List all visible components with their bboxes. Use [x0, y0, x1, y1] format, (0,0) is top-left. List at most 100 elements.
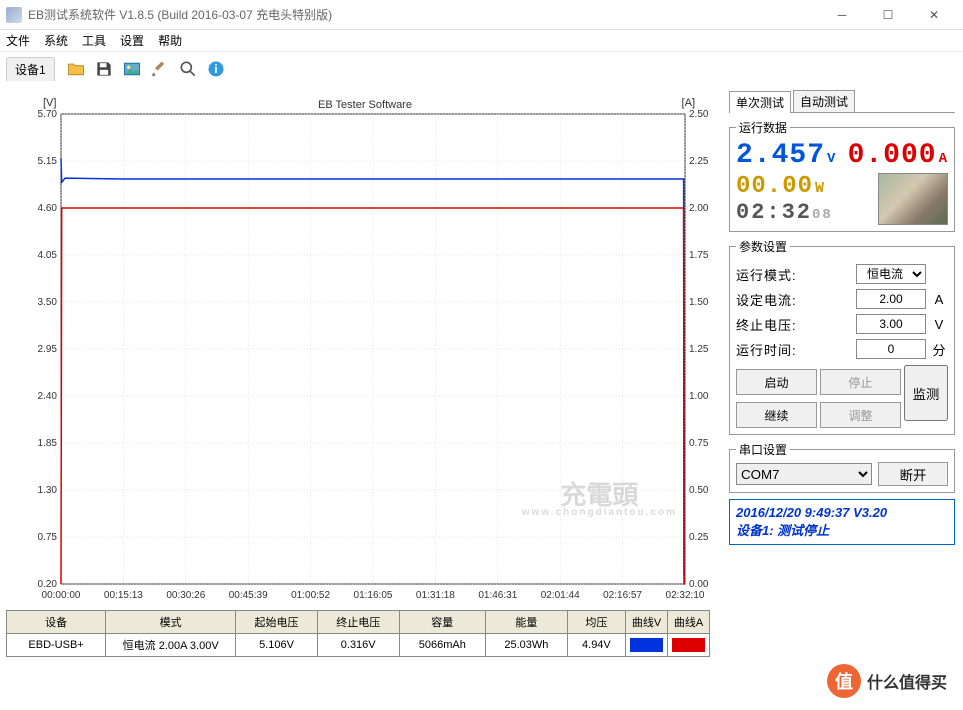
set-current-label: 设定电流:	[736, 290, 856, 309]
open-icon[interactable]	[63, 56, 89, 82]
cutoff-v-label: 终止电压:	[736, 315, 856, 334]
results-table: 设备 模式 起始电压 终止电压 容量 能量 均压 曲线V 曲线A EBD-USB…	[6, 610, 710, 657]
serial-legend: 串口设置	[736, 441, 790, 458]
menu-system[interactable]: 系统	[44, 32, 68, 49]
svg-text:3.50: 3.50	[38, 297, 58, 308]
time-readout: 02:3208	[736, 200, 872, 225]
svg-text:i: i	[214, 63, 217, 76]
test-tabs: 单次测试 自动测试	[729, 90, 955, 113]
corner-badge-icon: 值	[827, 664, 861, 698]
menu-bar: 文件 系统 工具 设置 帮助	[0, 30, 963, 52]
menu-file[interactable]: 文件	[6, 32, 30, 49]
cutoff-v-unit: V	[930, 317, 948, 332]
svg-text:0.25: 0.25	[689, 532, 709, 543]
svg-text:02:16:57: 02:16:57	[603, 590, 642, 601]
chart-title: EB Tester Software	[318, 99, 412, 111]
svg-text:0.00: 0.00	[689, 579, 709, 590]
mode-label: 运行模式:	[736, 265, 856, 284]
svg-text:0.75: 0.75	[38, 532, 58, 543]
minimize-button[interactable]: ─	[819, 0, 865, 30]
cutoff-v-input[interactable]	[856, 314, 926, 334]
tab-single-test[interactable]: 单次测试	[729, 91, 791, 113]
monitor-button[interactable]: 监测	[904, 365, 948, 421]
window-title: EB测试系统软件 V1.8.5 (Build 2016-03-07 充电头特别版…	[28, 6, 332, 23]
corner-text: 什么值得买	[867, 669, 947, 693]
menu-help[interactable]: 帮助	[158, 32, 182, 49]
status-line2: 设备1: 测试停止	[736, 522, 948, 540]
svg-text:2.40: 2.40	[38, 391, 58, 402]
svg-text:5.70: 5.70	[38, 109, 58, 120]
svg-text:01:00:52: 01:00:52	[291, 590, 330, 601]
svg-text:00:30:26: 00:30:26	[166, 590, 205, 601]
run-data-legend: 运行数据	[736, 119, 790, 136]
th-capacity: 容量	[399, 611, 485, 634]
th-start-v: 起始电压	[236, 611, 318, 634]
device-tab[interactable]: 设备1	[6, 57, 55, 81]
image-icon[interactable]	[119, 56, 145, 82]
svg-text:2.50: 2.50	[689, 109, 709, 120]
svg-text:2.00: 2.00	[689, 203, 709, 214]
th-curve-a: 曲线A	[668, 611, 710, 634]
stop-button[interactable]: 停止	[820, 369, 901, 395]
search-icon[interactable]	[175, 56, 201, 82]
power-readout: 00.00W	[736, 173, 872, 200]
disconnect-button[interactable]: 断开	[878, 462, 948, 486]
maximize-button[interactable]: ☐	[865, 0, 911, 30]
title-bar: EB测试系统软件 V1.8.5 (Build 2016-03-07 充电头特别版…	[0, 0, 963, 30]
th-mode: 模式	[106, 611, 236, 634]
param-legend: 参数设置	[736, 238, 790, 255]
svg-text:2.95: 2.95	[38, 344, 58, 355]
td-start-v: 5.106V	[236, 634, 318, 657]
td-end-v: 0.316V	[317, 634, 399, 657]
svg-text:00:45:39: 00:45:39	[229, 590, 268, 601]
svg-text:01:46:31: 01:46:31	[478, 590, 517, 601]
svg-text:00:15:13: 00:15:13	[104, 590, 143, 601]
svg-text:01:16:05: 01:16:05	[354, 590, 393, 601]
com-port-select[interactable]: COM7	[736, 463, 872, 485]
svg-text:02:32:10: 02:32:10	[666, 590, 705, 601]
thumbnail-image	[878, 173, 948, 225]
td-curve-v-swatch	[626, 634, 668, 657]
param-group: 参数设置 运行模式: 恒电流 设定电流: A 终止电压: V 运行时间: 分	[729, 238, 955, 435]
th-avg-v: 均压	[567, 611, 625, 634]
svg-text:4.60: 4.60	[38, 203, 58, 214]
svg-text:0.50: 0.50	[689, 485, 709, 496]
svg-text:4.05: 4.05	[38, 250, 58, 261]
svg-text:1.25: 1.25	[689, 344, 709, 355]
tools-icon[interactable]	[147, 56, 173, 82]
menu-tools[interactable]: 工具	[82, 32, 106, 49]
runtime-input[interactable]	[856, 339, 926, 359]
adjust-button[interactable]: 调整	[820, 402, 901, 428]
left-axis-unit: [V]	[43, 97, 56, 109]
td-mode: 恒电流 2.00A 3.00V	[106, 634, 236, 657]
svg-text:02:01:44: 02:01:44	[541, 590, 580, 601]
tab-auto-test[interactable]: 自动测试	[793, 90, 855, 112]
start-button[interactable]: 启动	[736, 369, 817, 395]
th-energy: 能量	[486, 611, 568, 634]
svg-text:01:31:18: 01:31:18	[416, 590, 455, 601]
menu-settings[interactable]: 设置	[120, 32, 144, 49]
td-energy: 25.03Wh	[486, 634, 568, 657]
runtime-unit: 分	[930, 340, 948, 359]
th-curve-v: 曲线V	[626, 611, 668, 634]
save-icon[interactable]	[91, 56, 117, 82]
toolbar: 设备1 i	[0, 52, 963, 86]
svg-text:00:00:00: 00:00:00	[42, 590, 81, 601]
close-button[interactable]: ✕	[911, 0, 957, 30]
set-current-input[interactable]	[856, 289, 926, 309]
status-line1: 2016/12/20 9:49:37 V3.20	[736, 504, 948, 522]
current-readout: 0.000A	[848, 140, 948, 171]
run-data-group: 运行数据 2.457V 0.000A 00.00W 02:3208	[729, 119, 955, 232]
mode-select[interactable]: 恒电流	[856, 264, 926, 284]
td-avg-v: 4.94V	[567, 634, 625, 657]
table-row[interactable]: EBD-USB+ 恒电流 2.00A 3.00V 5.106V 0.316V 5…	[7, 634, 710, 657]
line-chart: [V] EB Tester Software [A] ZKETECH 0.200…	[6, 90, 725, 608]
chart-area: [V] EB Tester Software [A] ZKETECH 0.200…	[6, 90, 725, 608]
svg-text:1.30: 1.30	[38, 485, 58, 496]
svg-text:2.25: 2.25	[689, 156, 709, 167]
info-icon[interactable]: i	[203, 56, 229, 82]
svg-text:0.75: 0.75	[689, 438, 709, 449]
continue-button[interactable]: 继续	[736, 402, 817, 428]
td-curve-a-swatch	[668, 634, 710, 657]
serial-group: 串口设置 COM7 断开	[729, 441, 955, 493]
